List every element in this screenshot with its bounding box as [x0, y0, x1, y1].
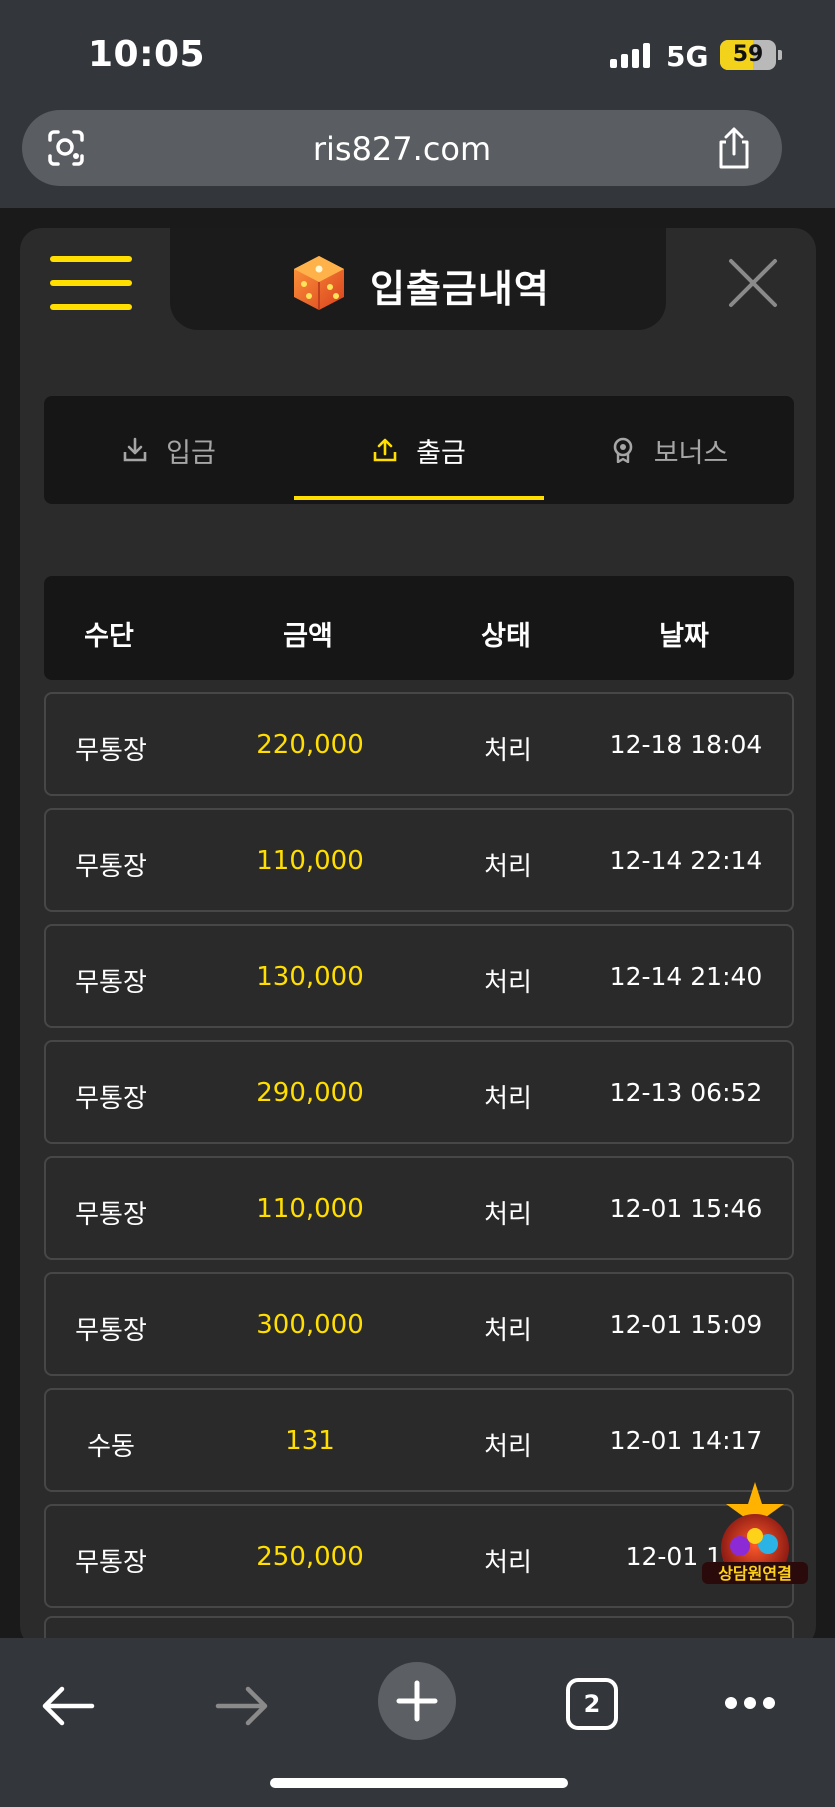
cell-amount: 110,000	[256, 1194, 364, 1224]
transaction-history-modal: 입출금내역 입금 출금 보너스 수단 금액 상태 날짜 무통장 220,000 …	[20, 228, 816, 1648]
table-row: 무통장 220,000 처리 12-18 18:04	[44, 692, 794, 796]
cell-status: 처리	[484, 852, 532, 882]
cell-amount: 290,000	[256, 1078, 364, 1108]
cell-status: 처리	[484, 1548, 532, 1578]
header-method: 수단	[84, 621, 134, 652]
cell-status: 처리	[484, 1084, 532, 1114]
support-badge-label: 상담원연결	[718, 1564, 792, 1583]
table-row: 무통장 250,000 처리 12-01 14:	[44, 1504, 794, 1608]
back-arrow-icon[interactable]	[40, 1684, 96, 1728]
close-icon[interactable]	[728, 258, 778, 308]
cell-status: 처리	[484, 1200, 532, 1230]
cell-status: 처리	[484, 968, 532, 998]
table-row: 무통장 110,000 처리 12-01 15:46	[44, 1156, 794, 1260]
download-icon	[123, 437, 147, 462]
header-date: 날짜	[659, 621, 709, 652]
cell-date: 12-14 21:40	[609, 962, 763, 991]
table-row: 무통장 290,000 처리 12-13 06:52	[44, 1040, 794, 1144]
cell-date: 12-01 15:09	[609, 1310, 763, 1339]
table-header: 수단 금액 상태 날짜	[44, 576, 794, 680]
cell-method: 무통장	[75, 1084, 147, 1114]
header-amount: 금액	[283, 621, 333, 652]
upload-icon	[373, 438, 397, 462]
tabs-count-icon[interactable]: 2	[566, 1678, 618, 1730]
cell-status: 처리	[484, 736, 532, 766]
cell-method: 무통장	[75, 1200, 147, 1230]
table-row: 무통장 110,000 처리 12-14 22:14	[44, 808, 794, 912]
tab-withdrawal[interactable]: 출금	[294, 396, 544, 504]
home-indicator	[270, 1778, 568, 1788]
active-tab-indicator	[294, 496, 544, 500]
cell-method: 무통장	[75, 1548, 147, 1578]
table-row: 무통장 300,000 처리 12-01 15:09	[44, 1272, 794, 1376]
modal-title: 입출금내역	[370, 267, 550, 311]
dice-icon	[294, 256, 344, 310]
more-icon[interactable]	[724, 1696, 776, 1710]
tab-deposit[interactable]: 입금	[44, 396, 294, 504]
cell-date: 12-13 06:52	[609, 1078, 763, 1107]
url-text[interactable]: ris827.com	[22, 130, 782, 168]
battery-percent: 59	[732, 42, 764, 67]
cell-amount: 300,000	[256, 1310, 364, 1340]
cell-amount: 220,000	[256, 730, 364, 760]
share-icon[interactable]	[714, 126, 754, 170]
cell-date: 12-18 18:04	[609, 730, 763, 759]
menu-icon[interactable]	[50, 256, 132, 312]
network-label: 5G	[666, 40, 709, 73]
badge-icon	[613, 437, 633, 463]
support-chat-badge[interactable]: 상담원연결	[700, 1480, 810, 1600]
cell-date: 12-01 14:17	[609, 1426, 763, 1455]
header-status: 상태	[481, 621, 531, 652]
cell-status: 처리	[484, 1432, 532, 1462]
tab-bonus-label: 보너스	[653, 437, 729, 469]
cell-date: 12-01 15:46	[609, 1194, 763, 1223]
tab-bar: 입금 출금 보너스	[44, 396, 794, 504]
signal-icon	[610, 42, 652, 68]
status-bar: 10:05 5G 59	[0, 0, 835, 104]
tab-deposit-label: 입금	[166, 437, 216, 469]
cell-date: 12-14 22:14	[609, 846, 763, 875]
battery-tip	[778, 50, 782, 60]
tab-bonus[interactable]: 보너스	[544, 396, 794, 504]
forward-arrow-icon[interactable]	[214, 1684, 270, 1728]
cell-amount: 131	[285, 1426, 335, 1456]
tab-withdrawal-label: 출금	[416, 437, 466, 469]
table-row: 수동 131 처리 12-01 14:17	[44, 1388, 794, 1492]
address-bar[interactable]: ris827.com	[22, 110, 782, 186]
cell-amount: 250,000	[256, 1542, 364, 1572]
table-row: 무통장 130,000 처리 12-14 21:40	[44, 924, 794, 1028]
cell-method: 무통장	[75, 968, 147, 998]
cell-method: 무통장	[75, 852, 147, 882]
new-tab-icon[interactable]	[378, 1662, 456, 1740]
cell-method: 무통장	[75, 1316, 147, 1346]
cell-method: 수동	[87, 1432, 135, 1462]
cell-amount: 110,000	[256, 846, 364, 876]
cell-method: 무통장	[75, 736, 147, 766]
cell-status: 처리	[484, 1316, 532, 1346]
browser-toolbar: ris827.com	[0, 104, 835, 208]
status-time: 10:05	[88, 34, 206, 75]
modal-header: 입출금내역	[170, 228, 666, 330]
battery-icon: 59	[720, 40, 776, 70]
cell-amount: 130,000	[256, 962, 364, 992]
